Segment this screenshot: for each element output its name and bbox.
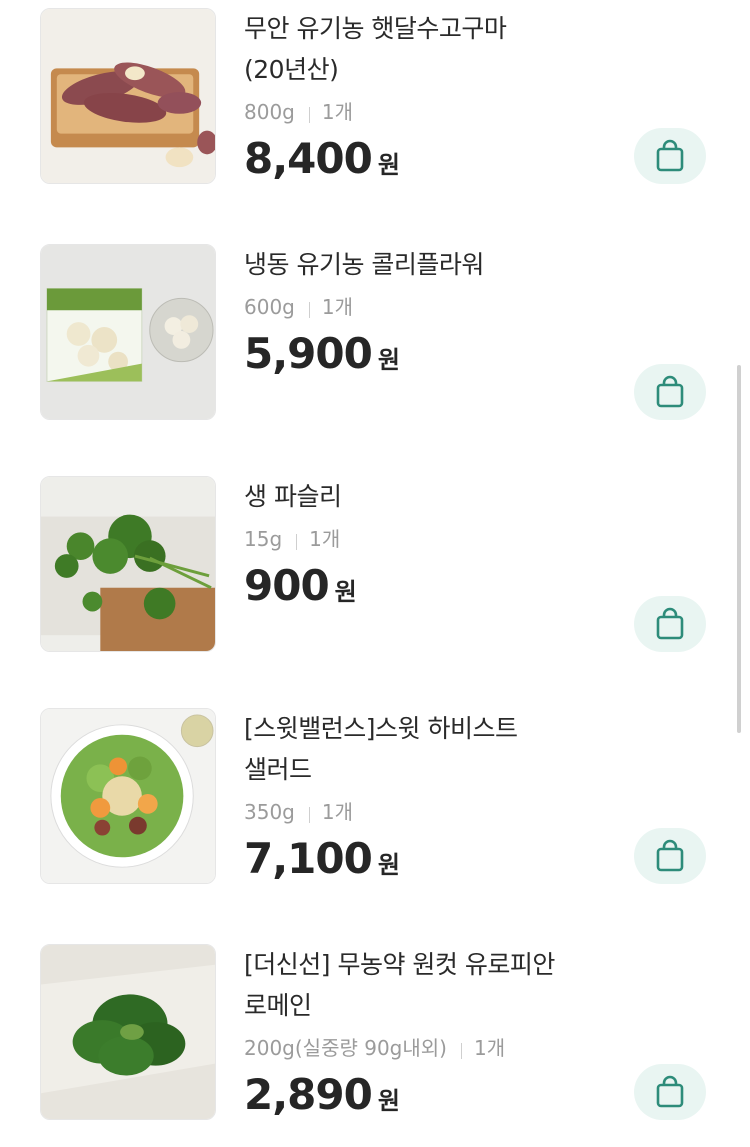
product-meta: 350g 1개	[244, 798, 584, 826]
product-info: 무안 유기농 햇달수고구마(20년산) 800g 1개 8,400 원	[244, 8, 584, 184]
product-weight: 350g	[244, 800, 295, 824]
product-info: [스윗밸런스]스윗 하비스트 샐러드 350g 1개 7,100 원	[244, 708, 584, 884]
add-to-cart-button[interactable]	[634, 596, 706, 652]
parsley-image	[41, 477, 215, 651]
product-weight: 200g(실중량 90g내외)	[244, 1036, 447, 1060]
price-value: 5,900	[244, 329, 373, 378]
product-count: 1개	[473, 1036, 506, 1060]
shopping-bag-icon	[656, 839, 684, 872]
price-value: 900	[244, 561, 330, 610]
price-value: 7,100	[244, 834, 373, 883]
price-value: 8,400	[244, 134, 373, 183]
product-meta: 200g(실중량 90g내외) 1개	[244, 1034, 584, 1062]
product-price: 5,900 원	[244, 329, 584, 379]
add-to-cart-button[interactable]	[634, 128, 706, 184]
product-name[interactable]: [스윗밸런스]스윗 하비스트 샐러드	[244, 708, 584, 790]
shopping-bag-icon	[656, 375, 684, 408]
meta-divider	[308, 302, 310, 318]
product-weight: 15g	[244, 527, 283, 551]
product-price: 2,890 원	[244, 1070, 584, 1120]
product-meta: 800g 1개	[244, 98, 584, 126]
add-to-cart-button[interactable]	[634, 364, 706, 420]
product-price: 7,100 원	[244, 834, 584, 884]
product-info: [더신선] 무농약 원컷 유로피안 로메인 200g(실중량 90g내외) 1개…	[244, 944, 584, 1120]
product-info: 생 파슬리 15g 1개 900 원	[244, 476, 584, 611]
add-to-cart-button[interactable]	[634, 1064, 706, 1120]
price-currency: 원	[377, 151, 400, 179]
meta-divider	[308, 107, 310, 123]
product-thumbnail[interactable]	[40, 244, 216, 420]
list-item[interactable]: [더신선] 무농약 원컷 유로피안 로메인 200g(실중량 90g내외) 1개…	[0, 944, 750, 1144]
product-count: 1개	[309, 527, 341, 551]
sweet-potato-image	[41, 9, 215, 183]
price-currency: 원	[377, 346, 400, 374]
product-thumbnail[interactable]	[40, 944, 216, 1120]
scrollbar[interactable]	[737, 365, 741, 733]
product-meta: 15g 1개	[244, 525, 584, 553]
product-name[interactable]: [더신선] 무농약 원컷 유로피안 로메인	[244, 944, 584, 1026]
cauliflower-image	[41, 245, 215, 419]
product-name[interactable]: 냉동 유기농 콜리플라워	[244, 244, 584, 285]
product-meta: 600g 1개	[244, 293, 584, 321]
product-thumbnail[interactable]	[40, 708, 216, 884]
product-weight: 800g	[244, 100, 295, 124]
product-price: 8,400 원	[244, 134, 584, 184]
product-count: 1개	[321, 295, 353, 319]
product-weight: 600g	[244, 295, 295, 319]
romaine-image	[41, 945, 215, 1119]
list-item[interactable]: 생 파슬리 15g 1개 900 원	[0, 476, 750, 676]
product-thumbnail[interactable]	[40, 476, 216, 652]
price-currency: 원	[377, 1087, 400, 1115]
list-item[interactable]: 냉동 유기농 콜리플라워 600g 1개 5,900 원	[0, 244, 750, 444]
product-count: 1개	[321, 100, 353, 124]
price-currency: 원	[377, 851, 400, 879]
price-currency: 원	[334, 578, 357, 606]
price-value: 2,890	[244, 1070, 373, 1119]
shopping-bag-icon	[656, 607, 684, 640]
product-price: 900 원	[244, 561, 584, 611]
meta-divider	[460, 1043, 462, 1059]
meta-divider	[308, 807, 310, 823]
meta-divider	[296, 534, 298, 550]
shopping-bag-icon	[656, 1075, 684, 1108]
product-name[interactable]: 생 파슬리	[244, 476, 584, 517]
product-name[interactable]: 무안 유기농 햇달수고구마(20년산)	[244, 8, 584, 90]
list-item[interactable]: 무안 유기농 햇달수고구마(20년산) 800g 1개 8,400 원	[0, 8, 750, 208]
add-to-cart-button[interactable]	[634, 828, 706, 884]
product-count: 1개	[321, 800, 353, 824]
shopping-bag-icon	[656, 139, 684, 172]
list-item[interactable]: [스윗밸런스]스윗 하비스트 샐러드 350g 1개 7,100 원	[0, 708, 750, 908]
salad-image	[41, 709, 215, 883]
product-thumbnail[interactable]	[40, 8, 216, 184]
product-info: 냉동 유기농 콜리플라워 600g 1개 5,900 원	[244, 244, 584, 379]
product-list: 무안 유기농 햇달수고구마(20년산) 800g 1개 8,400 원 냉동 유…	[0, 0, 750, 1147]
